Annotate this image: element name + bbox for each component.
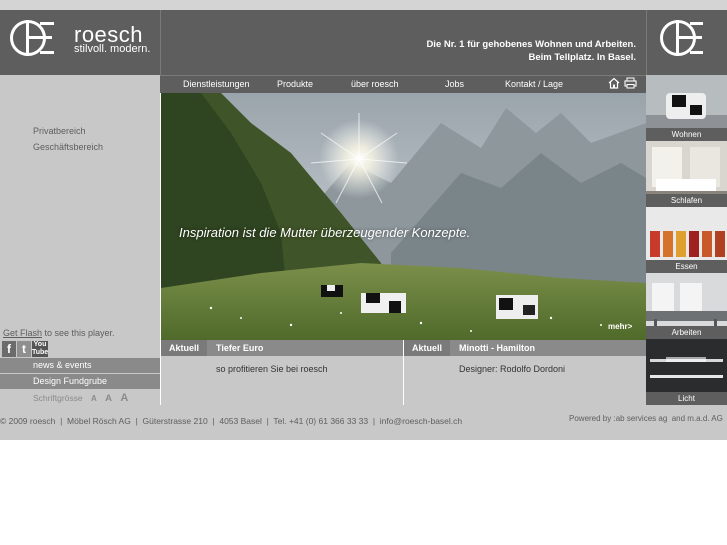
- category-schlafen[interactable]: Schlafen: [646, 141, 727, 207]
- category-label: Wohnen: [646, 128, 727, 141]
- nav-item-ueber-roesch[interactable]: über roesch: [351, 79, 399, 89]
- sidebar-item-privatbereich[interactable]: Privatbereich: [33, 126, 86, 136]
- news-title[interactable]: Tiefer Euro: [216, 343, 263, 353]
- top-strip: [0, 0, 727, 10]
- font-size-label: Schriftgrösse: [33, 393, 83, 403]
- hero-image[interactable]: [161, 93, 646, 340]
- flash-note-text: to see this player.: [42, 328, 115, 338]
- font-size-small[interactable]: A: [91, 394, 97, 403]
- hero-headline: Inspiration ist die Mutter überzeugender…: [179, 225, 471, 240]
- get-flash-link[interactable]: Get Flash: [3, 328, 42, 338]
- logo-bar: [40, 51, 54, 54]
- twitter-icon[interactable]: t: [17, 341, 31, 357]
- print-icon[interactable]: [624, 77, 637, 89]
- nav-item-kontakt[interactable]: Kontakt / Lage: [505, 79, 563, 89]
- youtube-icon[interactable]: You Tube: [32, 341, 48, 357]
- logo-bar: [690, 51, 703, 54]
- tagline-line-2: Beim Tellplatz. In Basel.: [528, 52, 636, 63]
- facebook-glyph: f: [7, 342, 11, 356]
- nav-left-spacer: [0, 75, 160, 93]
- facebook-icon[interactable]: f: [2, 341, 16, 357]
- header-tagline: Die Nr. 1 für gehobenes Wohnen und Arbei…: [380, 38, 636, 64]
- font-size-control: Schriftgrösse A A A: [33, 392, 128, 404]
- logo-bar: [676, 36, 702, 39]
- category-label: Schlafen: [646, 194, 727, 207]
- news-tag: Aktuell: [404, 340, 450, 356]
- category-label: Licht: [646, 392, 727, 405]
- header-divider: [160, 10, 161, 75]
- logo-bar: [26, 36, 52, 39]
- news-title[interactable]: Minotti - Hamilton: [459, 343, 535, 353]
- nav-item-dienstleistungen[interactable]: Dienstleistungen: [183, 79, 250, 89]
- category-label: Essen: [646, 260, 727, 273]
- news-text[interactable]: Designer: Rodolfo Dordoni: [459, 364, 565, 374]
- logo-bar: [40, 22, 54, 25]
- footer-contact: © 2009 roesch | Möbel Rösch AG | Güterst…: [0, 416, 463, 426]
- home-icon[interactable]: [608, 77, 620, 89]
- category-wohnen[interactable]: Wohnen: [646, 75, 727, 141]
- category-essen[interactable]: Essen: [646, 207, 727, 273]
- category-arbeiten[interactable]: Arbeiten: [646, 273, 727, 339]
- news-text[interactable]: so profitieren Sie bei roesch: [216, 364, 328, 374]
- hero-more-link[interactable]: mehr>: [608, 322, 632, 331]
- twitter-glyph: t: [22, 342, 26, 356]
- font-size-medium[interactable]: A: [105, 393, 112, 404]
- menu-item-news-events[interactable]: news & events: [33, 360, 92, 370]
- category-licht[interactable]: Licht: [646, 339, 727, 405]
- tagline-line-1: Die Nr. 1 für gehobenes Wohnen und Arbei…: [426, 39, 636, 50]
- brand-slogan: stilvoll. modern.: [74, 43, 151, 55]
- font-size-large[interactable]: A: [120, 392, 128, 404]
- logo-mark-right: [646, 10, 727, 75]
- youtube-label-2: Tube: [32, 349, 49, 356]
- youtube-label-1: You: [33, 341, 47, 348]
- sidebar-item-geschaeftsbereich[interactable]: Geschäftsbereich: [33, 142, 103, 152]
- menu-item-design-fundgrube[interactable]: Design Fundgrube: [33, 376, 107, 386]
- news-tag: Aktuell: [161, 340, 207, 356]
- nav-item-jobs[interactable]: Jobs: [445, 79, 464, 89]
- category-label: Arbeiten: [646, 326, 727, 339]
- nav-item-produkte[interactable]: Produkte: [277, 79, 313, 89]
- footer-credits[interactable]: Powered by :ab services ag and m.a.d. AG: [569, 414, 723, 423]
- flash-notice: Get Flash to see this player.: [3, 328, 115, 338]
- logo-bar: [690, 22, 703, 25]
